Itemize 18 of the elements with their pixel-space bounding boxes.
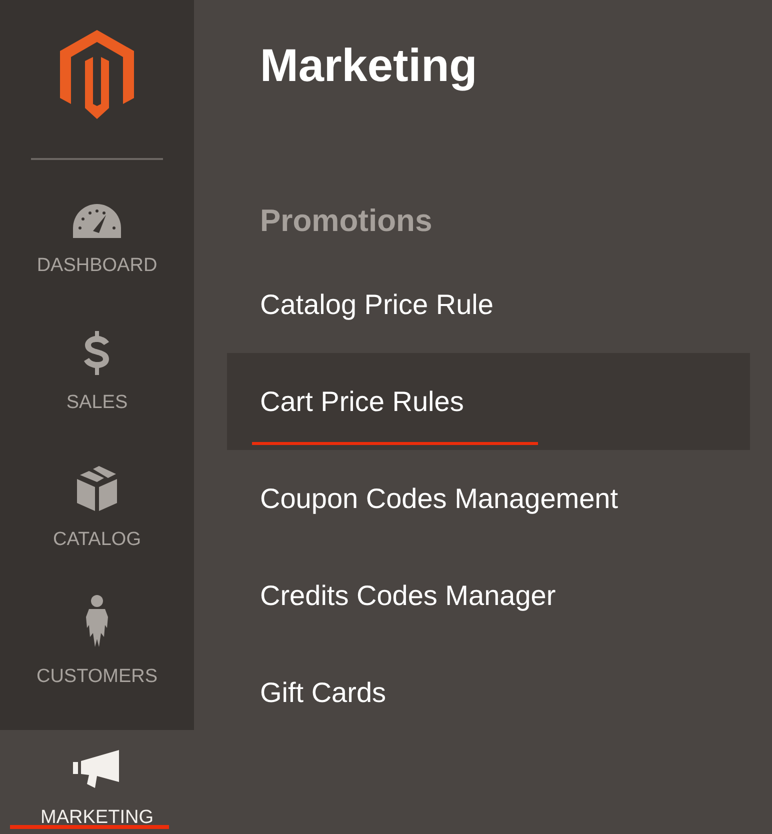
megaphone-icon [73, 750, 121, 790]
sidebar-item[interactable]: CATALOG [0, 456, 194, 593]
menu-item[interactable]: Coupon Codes Management [227, 450, 750, 547]
sidebar-item[interactable]: CUSTOMERS [0, 593, 194, 730]
section-heading: Promotions [260, 202, 434, 240]
dollar-icon [83, 331, 111, 375]
box-icon [76, 466, 118, 512]
sidebar-item[interactable]: DASHBOARD [0, 182, 194, 319]
gauge-icon [73, 204, 121, 238]
menu-item[interactable]: Credits Codes Manager [227, 546, 750, 644]
sidebar-item[interactable]: SALES [0, 319, 194, 456]
menu-title: Marketing [260, 38, 478, 93]
menu-item[interactable]: Catalog Price Rule [227, 256, 750, 353]
menu-item[interactable]: Cart Price Rules [227, 352, 750, 450]
person-icon [85, 595, 109, 649]
logo-icon[interactable] [57, 30, 137, 120]
sidebar-item[interactable]: MARKETING [0, 730, 194, 834]
menu-item[interactable]: Gift Cards [227, 644, 750, 741]
